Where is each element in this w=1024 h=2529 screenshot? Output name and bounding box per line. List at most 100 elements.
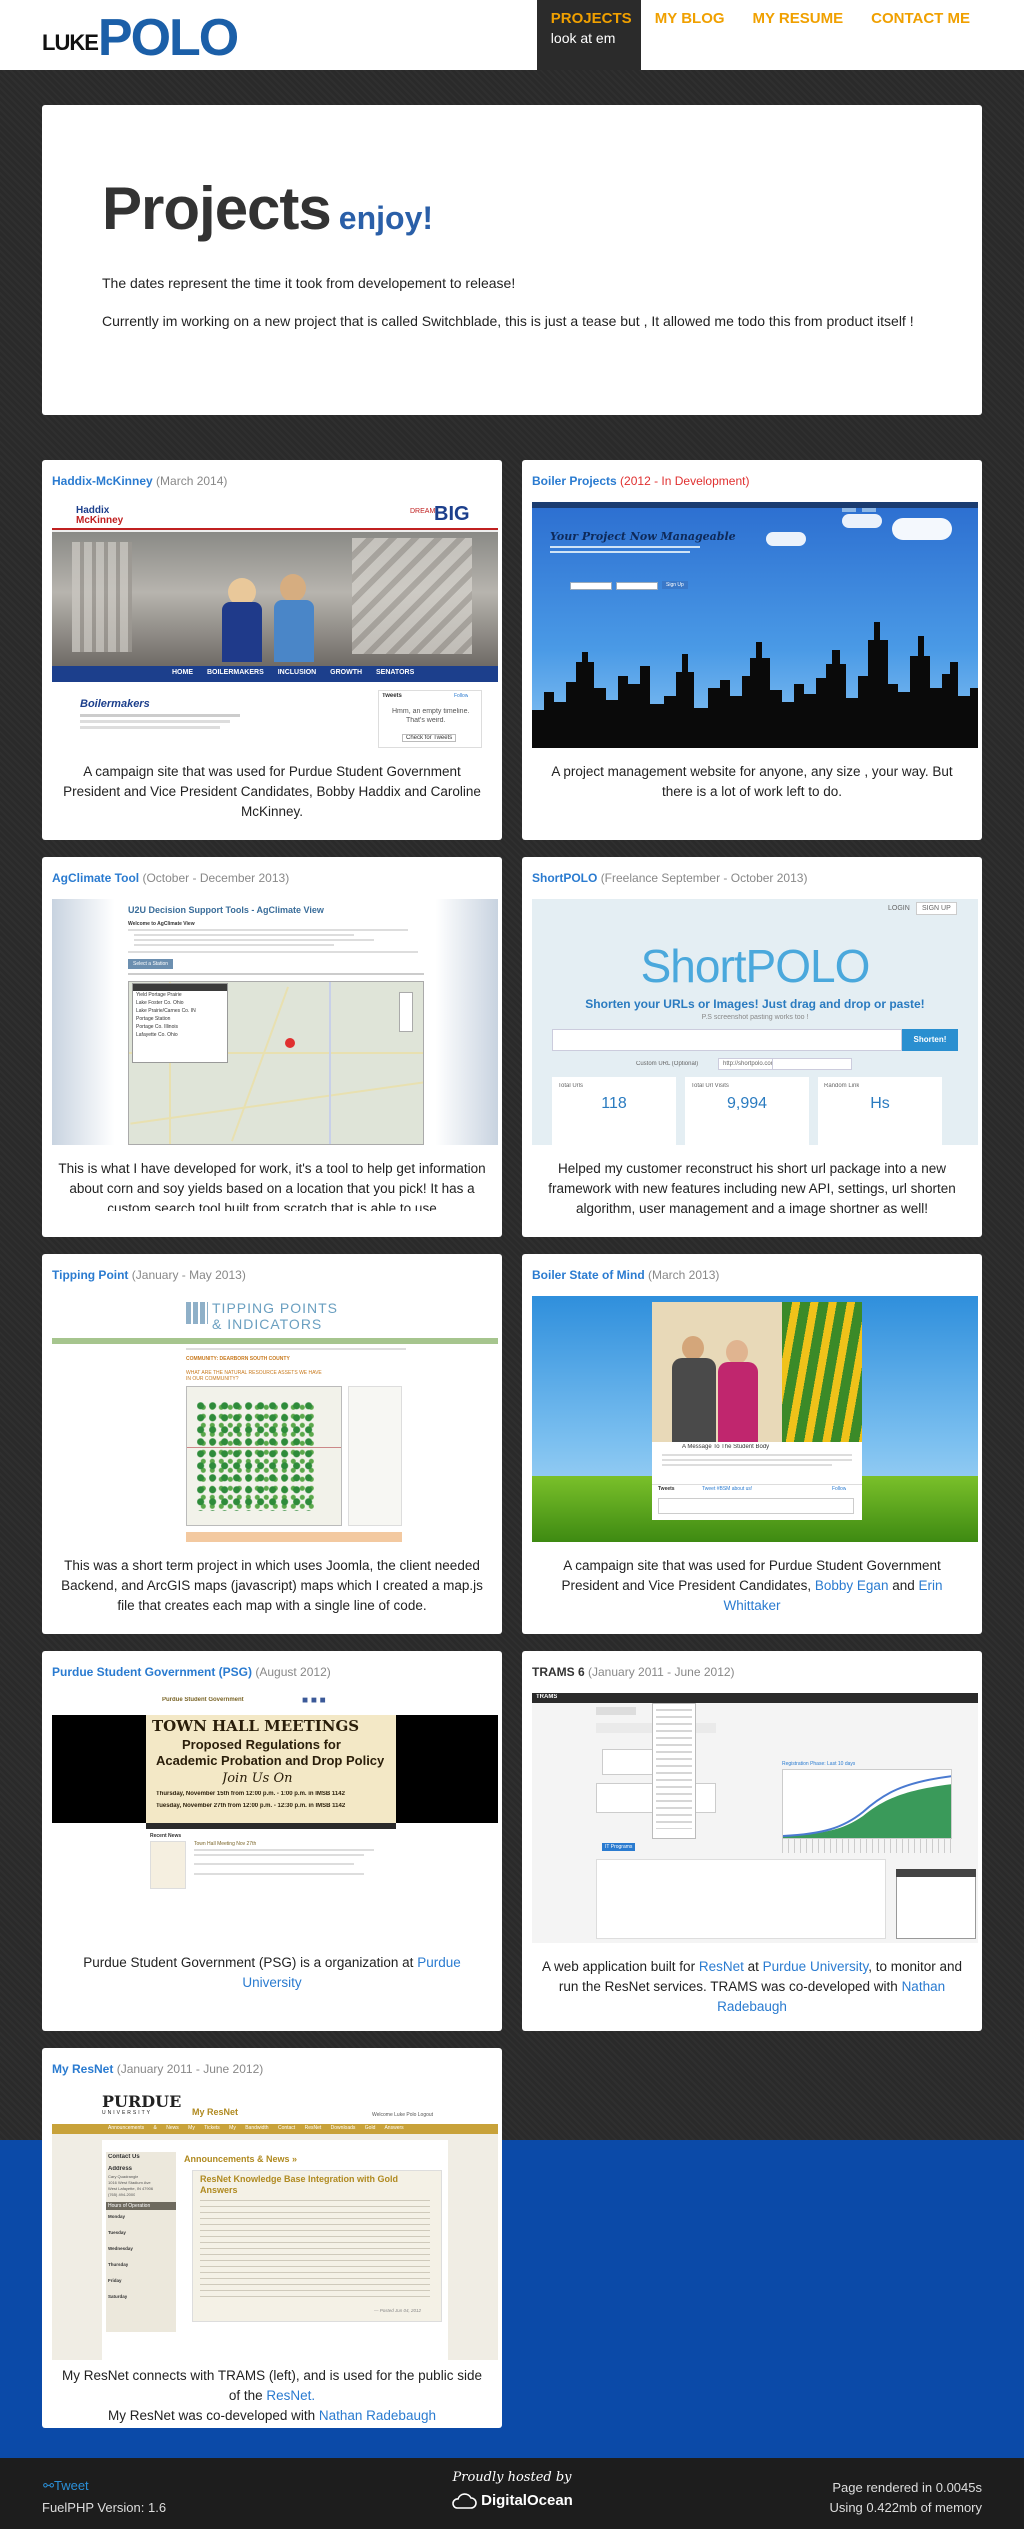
project-date: (Freelance September - October 2013) — [600, 871, 808, 885]
tweet-bird-icon: ⚯ — [42, 2478, 54, 2493]
shot-stat: IT Programs — [602, 1843, 636, 1851]
shot-menu: Announcements & News My Tickets My Bandw… — [108, 2125, 404, 2131]
link-resnet[interactable]: ResNet. — [266, 2388, 315, 2403]
main-nav: PROJECTS look at em MY BLOG MY RESUME CO… — [536, 0, 984, 70]
render-time: Page rendered in 0.0045s — [832, 2480, 982, 2495]
project-description: A web application built for ResNet at Pu… — [532, 1943, 972, 2017]
shot-login: LOGIN — [888, 905, 910, 912]
project-name[interactable]: AgClimate Tool — [52, 871, 139, 885]
shot-banner-3: Academic Probation and Drop Policy — [156, 1753, 385, 1768]
shot-brand-2: & INDICATORS — [212, 1316, 323, 1332]
nav-blog[interactable]: MY BLOG — [641, 0, 739, 70]
project-description: A campaign site that was used for Purdue… — [63, 764, 481, 819]
shot-station-list: Yield Portage Prairie Lake Foster Co. Oh… — [132, 983, 228, 1063]
intro-line-1: The dates represent the time it took fro… — [102, 275, 516, 291]
shot-stat-label: Random Link — [824, 1083, 860, 1089]
project-description: A campaign site that was used for Purdue… — [532, 1542, 972, 1616]
tweet-button[interactable]: ⚯Tweet — [42, 2478, 89, 2494]
digitalocean-link[interactable]: DigitalOcean — [440, 2492, 584, 2509]
project-date: (October - December 2013) — [142, 871, 290, 885]
shot-app-bar: TRAMS — [536, 1694, 558, 1700]
shot-day: Tuesday — [108, 2230, 126, 2235]
project-screenshot[interactable]: TRAMS Registration Phase: Last 10 days I… — [532, 1693, 978, 1943]
cloud-icon — [452, 2492, 477, 2509]
shot-tweets: Tweets — [658, 1486, 675, 1492]
shot-select-station: Select a Station — [128, 959, 174, 969]
nav-projects-sub: look at em — [550, 30, 616, 46]
area-chart-image — [783, 1775, 951, 1838]
shot-myresnet: My ResNet — [192, 2107, 239, 2117]
project-name[interactable]: Tipping Point — [52, 1268, 128, 1282]
nav-contact[interactable]: CONTACT ME — [857, 0, 984, 70]
shot-header: Purdue Student Government — [162, 1697, 244, 1703]
project-card-tipping-point: Tipping Point (January - May 2013) TIPPI… — [42, 1254, 502, 1634]
project-title: My ResNet (January 2011 - June 2012) — [52, 2062, 492, 2084]
project-name[interactable]: TRAMS 6 — [532, 1665, 585, 1679]
link-resnet[interactable]: ResNet — [699, 1959, 744, 1974]
shot-address-line: Cary Quadrangle — [108, 2174, 139, 2179]
project-description: A project management website for anyone,… — [551, 764, 953, 799]
nav-resume[interactable]: MY RESUME — [739, 0, 858, 70]
project-title: Purdue Student Government (PSG) (August … — [52, 1665, 492, 1687]
shot-empty-2: That's weird. — [406, 717, 446, 724]
shot-follow: Follow — [832, 1486, 847, 1492]
project-name[interactable]: Boiler State of Mind — [532, 1268, 645, 1282]
project-screenshot[interactable]: TIPPING POINTS & INDICATORS COMMUNITY: D… — [52, 1296, 498, 1542]
shot-caption: A Message To The Student Body — [682, 1444, 770, 1450]
project-screenshot[interactable]: Haddix McKinney DREAM BIG HOME BOILERMAK… — [52, 502, 498, 748]
desc-text: My ResNet was co-developed with — [108, 2408, 316, 2423]
project-card-boiler-state-of-mind: Boiler State of Mind (March 2013) A Mess… — [522, 1254, 982, 1634]
top-bar: LUKE POLO PROJECTS look at em MY BLOG MY… — [0, 0, 1024, 70]
project-name[interactable]: Boiler Projects — [532, 474, 617, 488]
nav-projects[interactable]: PROJECTS look at em — [536, 0, 641, 70]
project-description: This is what I have developed for work, … — [58, 1161, 486, 1211]
project-title: AgClimate Tool (October - December 2013) — [52, 871, 492, 893]
project-name[interactable]: ShortPOLO — [532, 871, 597, 885]
project-card-haddix-mckinney: Haddix-McKinney (March 2014) Haddix McKi… — [42, 460, 502, 840]
project-description: Purdue Student Government (PSG) is a org… — [52, 1893, 492, 1993]
shot-header: U2U Decision Support Tools - AgClimate V… — [128, 905, 324, 915]
project-name[interactable]: Haddix-McKinney — [52, 474, 153, 488]
project-screenshot[interactable]: Your Project Now Manageable Sign Up — [532, 502, 978, 748]
desc-text: and — [892, 1578, 915, 1593]
shot-signup: SIGN UP — [916, 902, 957, 915]
shot-post: Town Hall Meeting Nov 27th — [194, 1841, 257, 1847]
project-card-agclimate: AgClimate Tool (October - December 2013)… — [42, 857, 502, 1237]
site-logo[interactable]: LUKE POLO — [42, 0, 239, 70]
project-title: ShortPOLO (Freelance September - October… — [532, 871, 972, 893]
project-screenshot[interactable]: LOGIN SIGN UP ShortPOLO Shorten your URL… — [532, 899, 978, 1145]
project-screenshot[interactable]: Purdue Student Government ■ ■ ■ TOWN HAL… — [52, 1693, 498, 1893]
render-stats: Page rendered in 0.0045s Using 0.422mb o… — [830, 2478, 982, 2518]
shot-day: Wednesday — [108, 2246, 133, 2251]
shot-section-title: Boilermakers — [80, 698, 150, 710]
project-screenshot[interactable]: PURDUE UNIVERSITY My ResNet Welcome Luke… — [52, 2090, 498, 2360]
project-date: (August 2012) — [255, 1665, 331, 1679]
project-screenshot[interactable]: A Message To The Student Body Tweets Twe… — [532, 1296, 978, 1542]
shot-day: Friday — [108, 2278, 122, 2283]
shot-logo-line2: McKinney — [76, 515, 124, 526]
shot-welcome: Welcome Luke Polo Logout — [372, 2112, 434, 2118]
shot-banner-2: Proposed Regulations for — [182, 1737, 341, 1752]
project-name[interactable]: Purdue Student Government (PSG) — [52, 1665, 252, 1679]
project-title: Haddix-McKinney (March 2014) — [52, 474, 492, 496]
project-title: Boiler State of Mind (March 2013) — [532, 1268, 972, 1290]
project-name[interactable]: My ResNet — [52, 2062, 113, 2076]
shot-tag-dream: DREAM — [410, 508, 436, 515]
link-nathan-radebaugh[interactable]: Nathan Radebaugh — [319, 2408, 436, 2423]
shot-day: Monday — [108, 2214, 126, 2219]
project-screenshot[interactable]: U2U Decision Support Tools - AgClimate V… — [52, 899, 498, 1145]
link-purdue-university[interactable]: Purdue University — [763, 1959, 869, 1974]
page-title: Projects enjoy! — [102, 173, 922, 254]
shot-chart-title: Registration Phase: Last 10 days — [782, 1761, 856, 1767]
fuelphp-version: FuelPHP Version: 1.6 — [42, 2500, 167, 2515]
shot-stat-label: Total Urls — [558, 1083, 584, 1089]
shot-brand-1: TIPPING POINTS — [212, 1300, 339, 1316]
project-card-my-resnet: My ResNet (January 2011 - June 2012) PUR… — [42, 2048, 502, 2428]
project-card-shortpolo: ShortPOLO (Freelance September - October… — [522, 857, 982, 1237]
shot-tweet-label: Tweet #BSM about us! — [702, 1486, 753, 1492]
shot-banner-5: Thursday, November 15th from 12:00 p.m. … — [156, 1791, 345, 1797]
project-description: My ResNet connects with TRAMS (left), an… — [52, 2360, 492, 2426]
link-bobby-egan[interactable]: Bobby Egan — [815, 1578, 889, 1593]
project-date: (January - May 2013) — [131, 1268, 246, 1282]
shot-stat-label: Total Url Visits — [691, 1083, 729, 1089]
